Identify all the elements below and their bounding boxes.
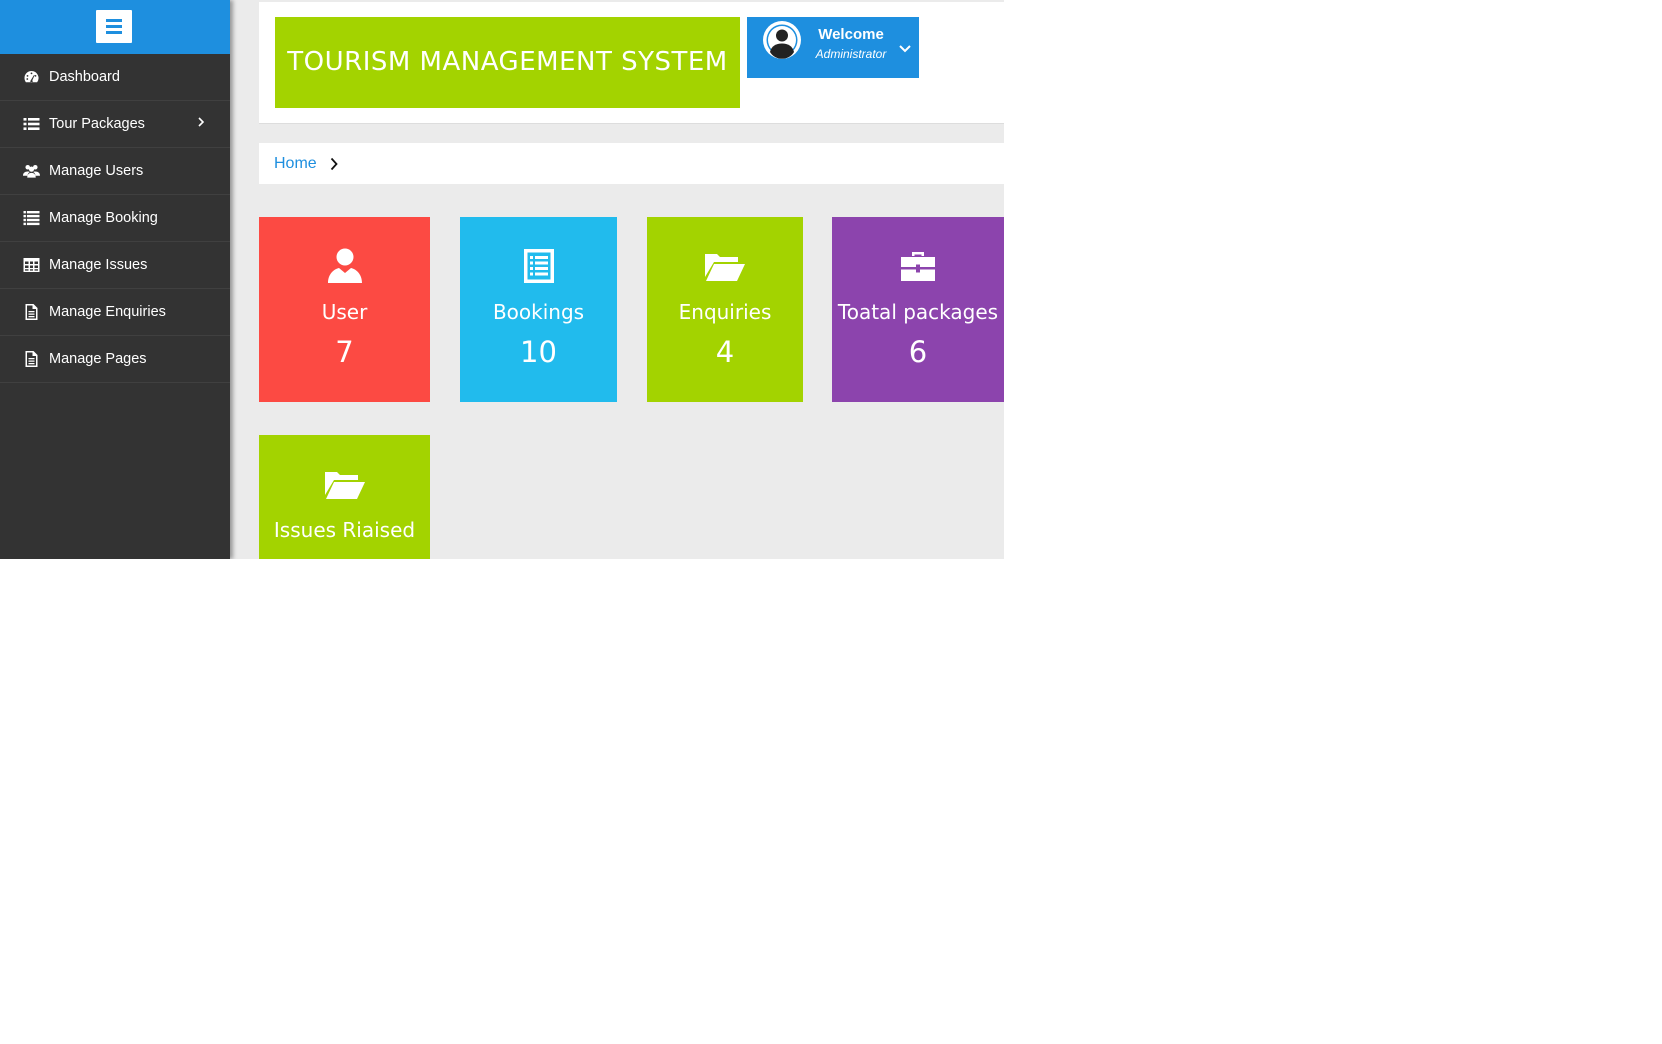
- user-menu-button[interactable]: Welcome Administrator: [747, 17, 919, 78]
- document-icon: [22, 351, 40, 367]
- stat-value: 7: [335, 335, 354, 369]
- sidebar-item-label: Manage Issues: [49, 257, 148, 273]
- stat-value: 10: [520, 335, 557, 369]
- user-icon: [259, 247, 430, 287]
- chevron-right-icon: [329, 156, 339, 172]
- user-avatar-icon: [763, 21, 801, 59]
- breadcrumb-home-link[interactable]: Home: [274, 155, 317, 173]
- stat-label: Bookings: [492, 300, 585, 324]
- table-icon: [22, 257, 40, 273]
- document-icon: [22, 304, 40, 320]
- sidebar-item-manage-issues[interactable]: Manage Issues: [0, 242, 230, 289]
- stat-value: 6: [908, 335, 928, 369]
- sidebar-item-manage-pages[interactable]: Manage Pages: [0, 336, 230, 383]
- users-icon: [22, 163, 40, 179]
- folder-open-icon: [647, 247, 803, 287]
- folder-open-icon: [259, 465, 430, 505]
- stat-value: 4: [715, 335, 735, 369]
- list-icon: [22, 210, 40, 226]
- stat-label: Enquiries: [678, 300, 772, 324]
- sidebar-item-label: Tour Packages: [49, 116, 145, 132]
- stat-tile-bookings[interactable]: Bookings 10: [460, 217, 617, 402]
- sidebar-item-label: Dashboard: [49, 69, 120, 85]
- sidebar-item-label: Manage Users: [49, 163, 144, 179]
- stat-label: User: [321, 300, 368, 324]
- breadcrumb: Home: [259, 143, 1004, 184]
- sidebar-header: [0, 0, 230, 54]
- hamburger-icon[interactable]: [96, 10, 132, 43]
- stat-tile-enquiries[interactable]: Enquiries 4: [647, 217, 803, 402]
- sidebar-item-label: Manage Enquiries: [49, 304, 166, 320]
- sidebar-item-tour-packages[interactable]: Tour Packages: [0, 101, 230, 148]
- list-alt-icon: [460, 247, 617, 287]
- welcome-text: Welcome: [818, 26, 884, 43]
- app-frame: Dashboard Tour Packages Manage Users Man…: [0, 0, 1004, 559]
- sidebar-item-manage-enquiries[interactable]: Manage Enquiries: [0, 289, 230, 336]
- sidebar-item-manage-booking[interactable]: Manage Booking: [0, 195, 230, 242]
- brand-title[interactable]: TOURISM MANAGEMENT SYSTEM: [275, 17, 740, 108]
- stat-tile-packages[interactable]: Toatal packages 6: [832, 217, 1004, 402]
- dashboard-icon: [22, 69, 40, 85]
- sidebar-item-dashboard[interactable]: Dashboard: [0, 54, 230, 101]
- user-role: Administrator: [815, 47, 887, 61]
- chevron-down-icon[interactable]: [898, 41, 912, 53]
- sidebar-item-label: Manage Booking: [49, 210, 158, 226]
- sidebar-nav: Dashboard Tour Packages Manage Users Man…: [0, 54, 230, 383]
- chevron-right-icon: [196, 115, 206, 129]
- briefcase-icon: [832, 247, 1004, 287]
- sidebar: Dashboard Tour Packages Manage Users Man…: [0, 0, 230, 559]
- list-icon: [22, 116, 40, 132]
- sidebar-item-label: Manage Pages: [49, 351, 147, 367]
- sidebar-item-manage-users[interactable]: Manage Users: [0, 148, 230, 195]
- stat-tile-users[interactable]: User 7: [259, 217, 430, 402]
- stat-label: Issues Riaised: [273, 518, 416, 542]
- top-header: TOURISM MANAGEMENT SYSTEM Welcome Admini…: [259, 2, 1004, 124]
- stat-label: Toatal packages: [837, 300, 999, 324]
- stat-tile-issues[interactable]: Issues Riaised: [259, 435, 430, 559]
